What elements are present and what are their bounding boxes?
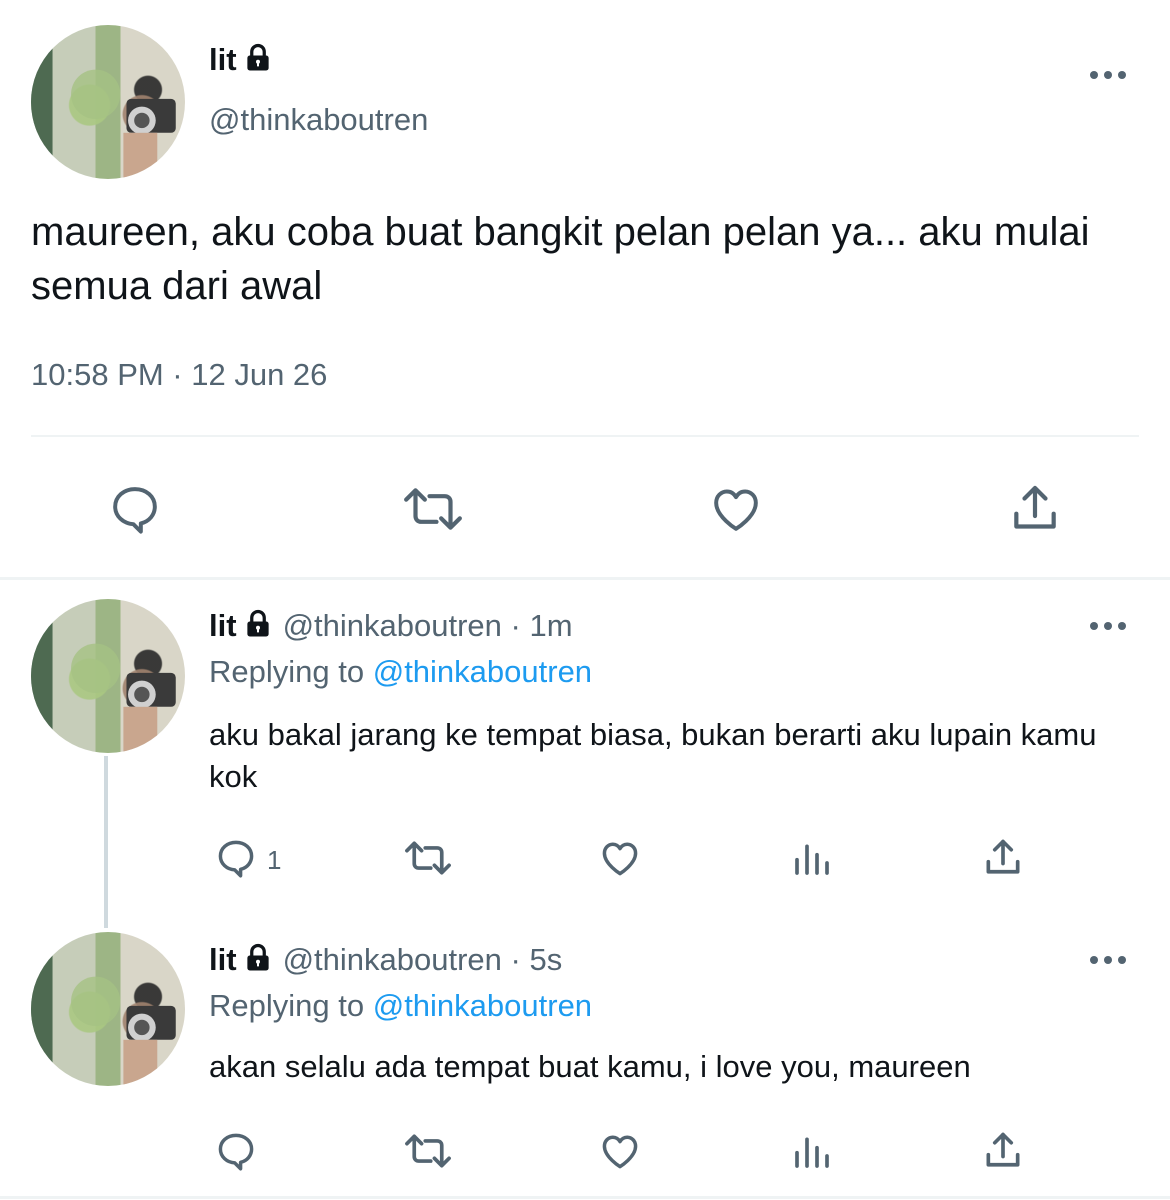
avatar-photo	[31, 599, 176, 753]
thread-connector	[104, 756, 108, 928]
divider	[0, 1196, 1170, 1199]
more-options-icon[interactable]	[1089, 619, 1129, 633]
reply-icon	[213, 836, 259, 885]
handle[interactable]: @thinkaboutren	[283, 608, 502, 643]
like-icon	[707, 481, 765, 542]
reply-button[interactable]	[107, 481, 163, 542]
reply-time[interactable]: · 5s	[511, 942, 563, 977]
tweet-text: maureen, aku coba buat bangkit pelan pel…	[31, 210, 1090, 308]
share-button[interactable]	[981, 836, 1025, 885]
mention-link[interactable]: @thinkaboutren	[373, 654, 592, 689]
retweet-icon	[400, 836, 456, 885]
reply-button[interactable]	[213, 1129, 267, 1178]
mention-link[interactable]: @thinkaboutren	[373, 988, 592, 1023]
avatar[interactable]	[31, 599, 185, 753]
avatar-photo	[31, 25, 176, 179]
divider	[0, 577, 1170, 580]
reply-icon	[107, 481, 163, 542]
retweet-button[interactable]	[400, 836, 456, 885]
tweet-detail-page: lit @thinkaboutren maureen, aku coba bua…	[0, 0, 1170, 1200]
avatar-photo	[31, 932, 176, 1086]
like-button[interactable]	[596, 1129, 644, 1178]
reply-count: 1	[267, 845, 282, 875]
retweet-button[interactable]	[399, 481, 467, 542]
reply-time[interactable]: · 1m	[511, 608, 573, 643]
retweet-icon	[400, 1129, 456, 1178]
like-icon	[596, 836, 644, 885]
replying-to: Replying to @thinkaboutren	[209, 654, 593, 689]
views-icon	[792, 1131, 832, 1176]
avatar[interactable]	[31, 932, 185, 1086]
like-icon	[596, 1129, 644, 1178]
retweet-button[interactable]	[400, 1129, 456, 1178]
share-button[interactable]	[1007, 481, 1063, 542]
reply-text: akan selalu ada tempat buat kamu, i love…	[209, 1049, 971, 1084]
lock-icon	[243, 43, 273, 81]
views-button[interactable]	[792, 838, 832, 883]
share-icon	[981, 1129, 1025, 1178]
share-button[interactable]	[981, 1129, 1025, 1178]
tweet-timestamp[interactable]: 10:58 PM · 12 Jun 26	[31, 357, 327, 393]
like-button[interactable]	[707, 481, 765, 542]
share-icon	[1007, 481, 1063, 542]
replying-to: Replying to @thinkaboutren	[209, 988, 593, 1023]
retweet-icon	[399, 481, 467, 542]
handle[interactable]: @thinkaboutren	[209, 102, 428, 138]
reply-button[interactable]: 1	[213, 836, 281, 885]
reply-header[interactable]: lit @thinkaboutren · 5s	[209, 942, 562, 981]
reply-text: aku bakal jarang ke tempat biasa, bukan …	[209, 717, 1097, 794]
views-icon	[792, 838, 832, 883]
more-options-icon[interactable]	[1089, 953, 1129, 967]
share-icon	[981, 836, 1025, 885]
divider	[31, 435, 1139, 437]
lock-icon	[243, 609, 273, 647]
like-button[interactable]	[596, 836, 644, 885]
views-button[interactable]	[792, 1131, 832, 1176]
lock-icon	[243, 943, 273, 981]
more-options-icon[interactable]	[1089, 68, 1129, 82]
display-name[interactable]: lit	[209, 608, 237, 643]
display-name[interactable]: lit	[209, 42, 273, 81]
reply-icon	[213, 1129, 259, 1178]
display-name[interactable]: lit	[209, 942, 237, 977]
handle[interactable]: @thinkaboutren	[283, 942, 502, 977]
reply-header[interactable]: lit @thinkaboutren · 1m	[209, 608, 573, 647]
avatar[interactable]	[31, 25, 185, 179]
